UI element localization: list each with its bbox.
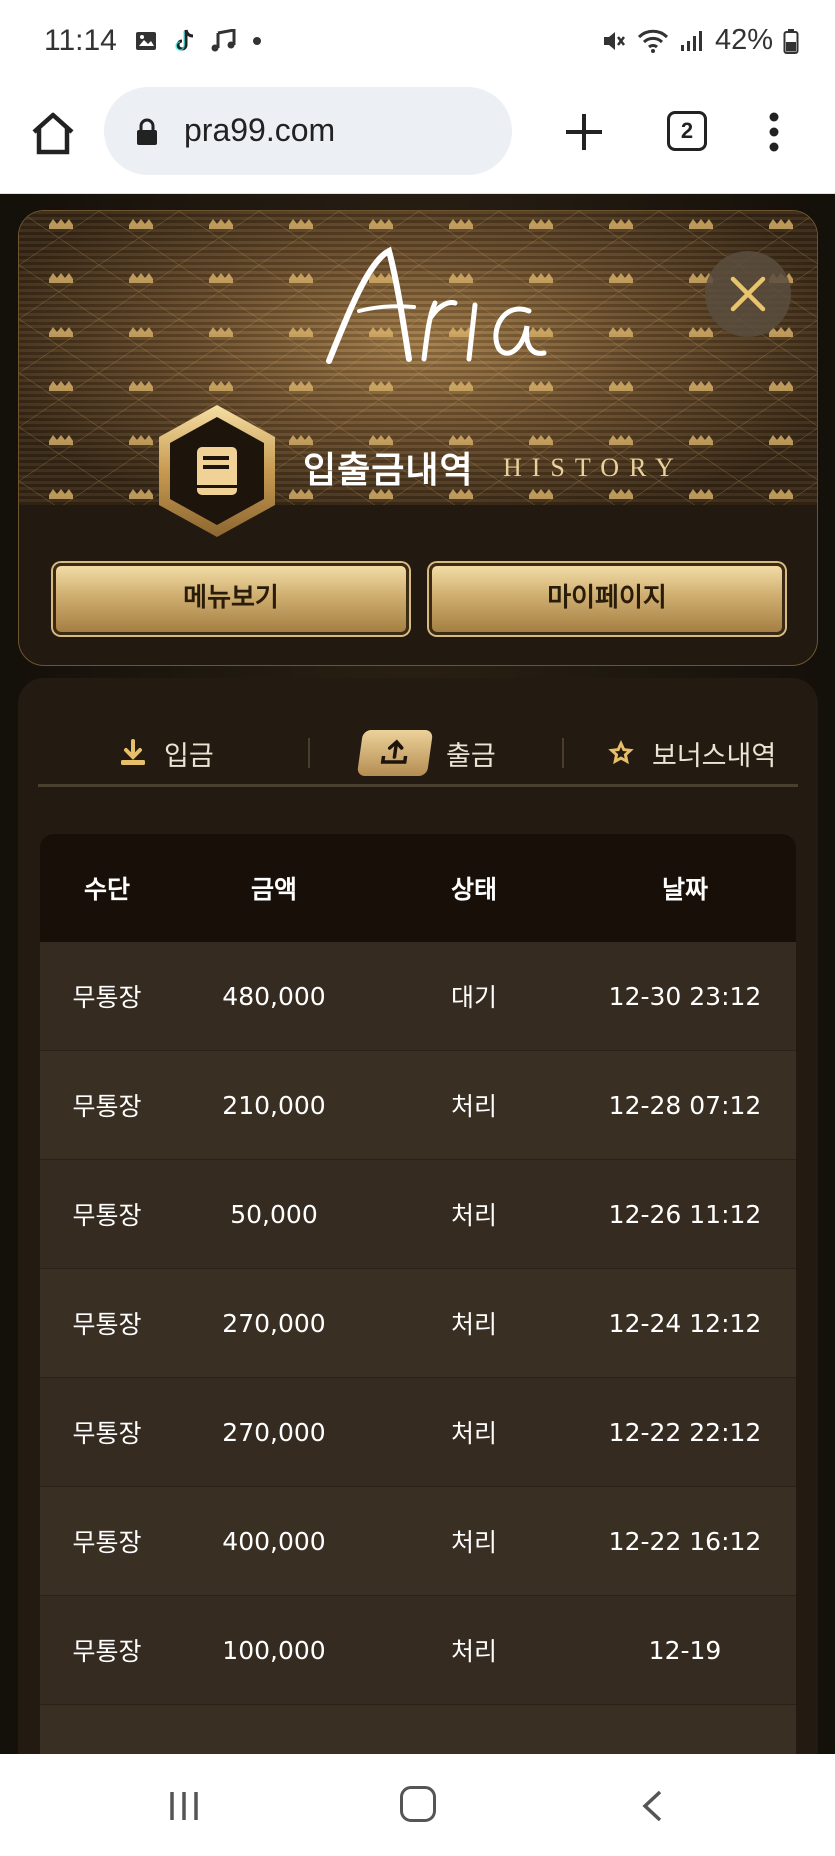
tab-bonus-label: 보너스내역 [652,740,777,772]
table-row: 무통장 480,000 대기 12-30 23:12 [40,942,796,1051]
cell-method: 무통장 [72,1201,142,1230]
close-icon [730,276,766,312]
address-bar[interactable]: pra99.com [104,87,512,175]
download-icon [121,739,145,765]
page-subtitle: HISTORY [503,453,684,482]
more-menu-icon[interactable] [768,112,780,152]
cell-amount: 210,000 [222,1090,326,1120]
music-icon [211,29,236,52]
cell-amount: 400,000 [222,1526,326,1556]
tab-deposit-label: 입금 [164,740,214,772]
upload-icon-badge [356,730,434,776]
cell-status: 대기 [450,983,497,1012]
cell-status: 처리 [450,1637,497,1666]
recent-apps-icon[interactable] [166,1788,202,1824]
home-icon[interactable] [28,108,78,158]
menu-button[interactable]: 메뉴보기 [53,563,409,635]
cell-method: 무통장 [72,1637,142,1666]
battery-percent: 42% [714,24,773,56]
history-table: 수단 금액 상태 날짜 무통장 480,000 대기 12-30 23:12 무… [40,834,796,1754]
notification-icons [134,28,262,54]
column-header-method: 수단 [83,875,130,904]
gallery-icon [136,32,156,50]
cell-date: 12-24 12:12 [608,1308,762,1338]
cell-date: 12-22 16:12 [608,1526,762,1556]
cell-method: 무통장 [72,1310,142,1339]
dot-icon [253,37,261,45]
mute-icon [603,31,625,50]
history-badge-icon [159,405,275,537]
table-row: 무통장 400,000 처리 12-22 16:12 [40,1487,796,1596]
table-header: 수단 금액 상태 날짜 [40,834,796,942]
cell-date: 12-19 [648,1635,722,1665]
tab-switcher-button[interactable]: 2 [667,111,707,151]
history-header-card: 입출금내역 HISTORY 메뉴보기 마이페이지 [18,210,818,666]
tab-divider [308,738,310,768]
tab-withdraw-label: 출금 [446,740,496,772]
system-nav-bar [0,1754,835,1856]
back-icon[interactable] [640,1788,664,1824]
system-icons: 42% [601,24,799,57]
tiktok-icon [175,29,194,51]
status-bar: 11:14 42% [0,0,835,84]
table-row: 무통장 270,000 처리 12-22 22:12 [40,1378,796,1487]
signal-icon [680,30,702,51]
aria-logo [326,246,547,364]
history-list-card: 입금 출금 보너스내역 수단 금액 상태 날짜 무통장 480,000 대기 1… [18,678,818,1754]
tab-divider [562,738,564,768]
upload-icon [380,739,408,764]
page-content: 입출금내역 HISTORY 메뉴보기 마이페이지 입금 출금 보너스내역 수단 … [0,194,835,1754]
url-text: pra99.com [184,112,336,148]
cell-date: 12-30 23:12 [608,981,762,1011]
close-button[interactable] [705,251,791,337]
star-icon [608,740,634,765]
lock-icon [137,118,157,145]
table-row [40,1705,796,1754]
home-nav-icon[interactable] [400,1786,436,1822]
tabs-underline [38,784,798,787]
cell-status: 처리 [450,1201,497,1230]
table-row: 무통장 270,000 처리 12-24 12:12 [40,1269,796,1378]
cell-status: 처리 [450,1528,497,1557]
cell-method: 무통장 [72,1419,142,1448]
cell-status: 처리 [450,1419,497,1448]
cell-date: 12-22 22:12 [608,1417,762,1447]
column-header-status: 상태 [450,875,497,904]
status-time: 11:14 [44,24,117,57]
column-header-date: 날짜 [661,875,708,904]
wifi-icon [637,29,669,53]
cell-date: 12-26 11:12 [608,1199,762,1229]
cell-method: 무통장 [72,1092,142,1121]
table-row: 무통장 210,000 처리 12-28 07:12 [40,1051,796,1160]
table-body: 무통장 480,000 대기 12-30 23:12 무통장 210,000 처… [40,942,796,1754]
cell-amount: 270,000 [222,1417,326,1447]
table-row: 무통장 50,000 처리 12-26 11:12 [40,1160,796,1269]
cell-amount: 480,000 [222,981,326,1011]
table-row: 무통장 100,000 처리 12-19 [40,1596,796,1705]
cell-amount: 100,000 [222,1635,326,1665]
column-header-amount: 금액 [250,875,297,904]
browser-toolbar: pra99.com 2 [0,84,835,194]
cell-amount: 50,000 [230,1199,318,1229]
cell-status: 처리 [450,1310,497,1339]
new-tab-icon[interactable] [562,110,606,154]
mypage-button[interactable]: 마이페이지 [429,563,785,635]
cell-status: 처리 [450,1092,497,1121]
cell-method: 무통장 [72,983,142,1012]
page-title: 입출금내역 [303,450,474,491]
cell-date: 12-28 07:12 [608,1090,762,1120]
cell-method: 무통장 [72,1528,142,1557]
battery-icon [783,28,799,54]
cell-amount: 270,000 [222,1308,326,1338]
